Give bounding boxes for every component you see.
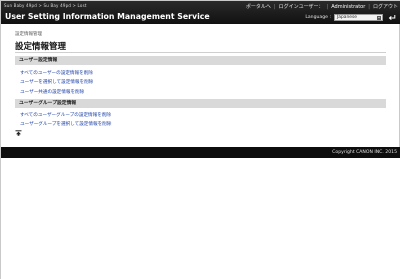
nav-separator: | bbox=[273, 3, 276, 10]
section-heading-user-settings: ユーザー設定情報 bbox=[15, 56, 386, 65]
logout-link[interactable]: ログアウト bbox=[373, 3, 398, 10]
breadcrumb: 設定情報管理 bbox=[15, 32, 42, 37]
top-header: Sun Baby 49pd > Su Bay 49pd > Lost User … bbox=[1, 1, 400, 24]
login-user-label: ログインユーザー： bbox=[278, 4, 324, 10]
delete-all-users-settings-link[interactable]: すべてのユーザーの設定情報を削除 bbox=[20, 70, 93, 76]
copyright-text: Copyright CANON INC. 2015 bbox=[332, 150, 397, 155]
language-select[interactable]: Japanese bbox=[334, 14, 383, 21]
delete-selected-users-settings-link[interactable]: ユーザーを選択して設定情報を削除 bbox=[20, 79, 93, 85]
delete-selected-groups-settings-link[interactable]: ユーザーグループを選択して設定情報を削除 bbox=[20, 121, 111, 127]
portal-link[interactable]: ポータルへ bbox=[246, 3, 271, 10]
header-small-text: Sun Baby 49pd > Su Bay 49pd > Lost bbox=[4, 3, 87, 8]
app-title: User Setting Information Management Serv… bbox=[5, 12, 210, 21]
nav-separator: | bbox=[326, 3, 329, 10]
return-arrow-icon[interactable] bbox=[388, 14, 396, 21]
chevron-down-icon bbox=[377, 15, 381, 20]
section-heading-user-group-settings: ユーザーグループ設定情報 bbox=[15, 99, 386, 108]
page-top-icon[interactable] bbox=[15, 130, 22, 136]
browser-window: Sun Baby 49pd > Su Bay 49pd > Lost User … bbox=[0, 0, 400, 279]
footer: Copyright CANON INC. 2015 bbox=[1, 147, 400, 158]
delete-all-groups-settings-link[interactable]: すべてのユーザーグループの設定情報を削除 bbox=[20, 112, 111, 118]
nav-separator: | bbox=[368, 3, 370, 10]
blank-page-area bbox=[1, 158, 400, 279]
language-selector: Language : Japanese bbox=[305, 14, 383, 21]
header-user-nav: ポータルへ | ログインユーザー： | Administrator | ログアウ… bbox=[246, 3, 398, 11]
language-label: Language : bbox=[305, 15, 331, 20]
title-divider bbox=[15, 52, 386, 53]
page-title: 設定情報管理 bbox=[15, 42, 67, 52]
login-user-name: Administrator bbox=[331, 3, 366, 10]
language-value: Japanese bbox=[337, 15, 357, 20]
delete-common-settings-link[interactable]: ユーザー共通の設定情報を削除 bbox=[20, 89, 84, 95]
